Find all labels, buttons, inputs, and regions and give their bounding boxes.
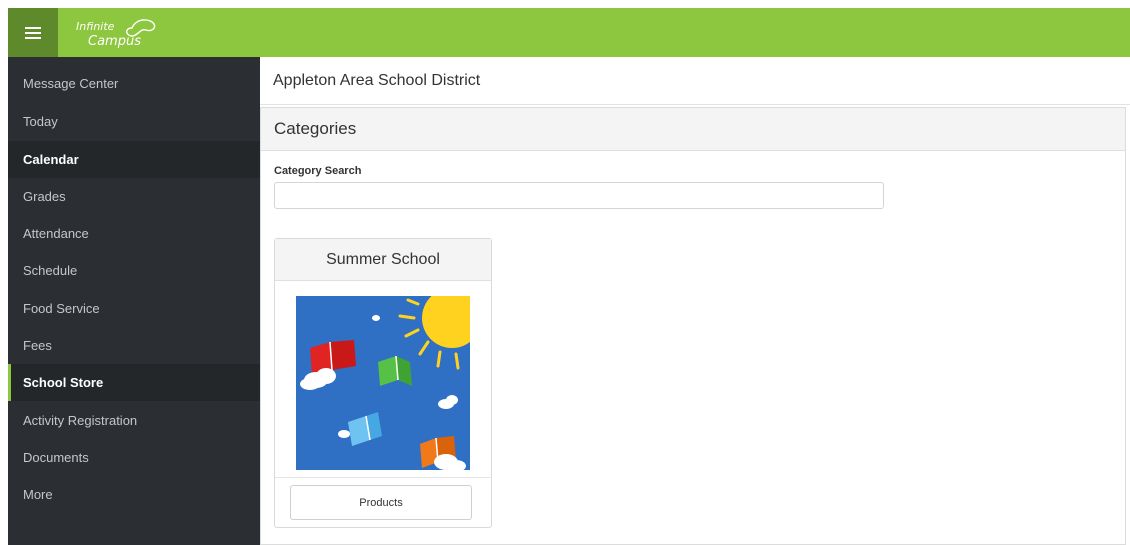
sidebar-item-label: Fees xyxy=(23,338,52,353)
sidebar-item-label: Attendance xyxy=(23,226,89,241)
top-header-bar: Infinite Campus xyxy=(8,8,1130,57)
sidebar-item-fees[interactable]: Fees xyxy=(8,327,260,364)
sidebar-item-school-store[interactable]: School Store xyxy=(8,364,260,401)
sidebar-item-label: Activity Registration xyxy=(23,413,138,428)
sidebar-item-attendance[interactable]: Attendance xyxy=(8,215,260,252)
category-search-input[interactable] xyxy=(274,182,884,209)
panel-title: Categories xyxy=(261,108,1125,151)
sidebar-item-label: Calendar xyxy=(23,152,79,167)
sidebar-item-label: Grades xyxy=(23,189,66,204)
sidebar-item-grades[interactable]: Grades xyxy=(8,178,260,215)
sidebar-item-label: School Store xyxy=(23,375,104,390)
sidebar-item-documents[interactable]: Documents xyxy=(8,439,260,476)
hamburger-icon xyxy=(25,26,41,39)
sidebar-item-today[interactable]: Today xyxy=(8,103,260,140)
main-content: Appleton Area School District Categories… xyxy=(260,57,1130,545)
sidebar-item-label: Schedule xyxy=(23,263,78,278)
sidebar-item-message-center[interactable]: Message Center xyxy=(8,65,260,102)
infinite-campus-logo: Infinite Campus xyxy=(76,19,156,49)
menu-toggle-button[interactable] xyxy=(8,8,58,57)
sidebar-item-label: Food Service xyxy=(23,301,100,316)
sidebar-item-food-service[interactable]: Food Service xyxy=(8,290,260,327)
sidebar-item-more[interactable]: More xyxy=(8,476,260,513)
category-card-title: Summer School xyxy=(275,239,491,281)
summer-school-image[interactable] xyxy=(296,296,470,470)
app-root: Infinite Campus Message Center Today Cal… xyxy=(0,0,1130,545)
sidebar-item-calendar[interactable]: Calendar xyxy=(8,141,260,178)
sidebar-item-label: Today xyxy=(23,114,58,129)
category-search-label: Category Search xyxy=(274,165,362,177)
card-divider xyxy=(275,477,491,478)
sidebar-item-label: Message Center xyxy=(23,76,119,91)
sidebar-nav: Message Center Today Calendar Grades Att… xyxy=(8,57,260,545)
sidebar-item-label: More xyxy=(23,487,53,502)
district-title: Appleton Area School District xyxy=(260,57,1130,105)
sidebar-item-activity-registration[interactable]: Activity Registration xyxy=(8,402,260,439)
products-button[interactable]: Products xyxy=(290,485,472,520)
sidebar-item-schedule[interactable]: Schedule xyxy=(8,252,260,289)
sidebar-item-label: Documents xyxy=(23,450,89,465)
logo-text-infinite: Infinite xyxy=(76,20,115,33)
category-card-summer-school[interactable]: Summer School Products xyxy=(274,238,492,528)
categories-panel: Categories Category Search Summer School xyxy=(260,107,1126,545)
